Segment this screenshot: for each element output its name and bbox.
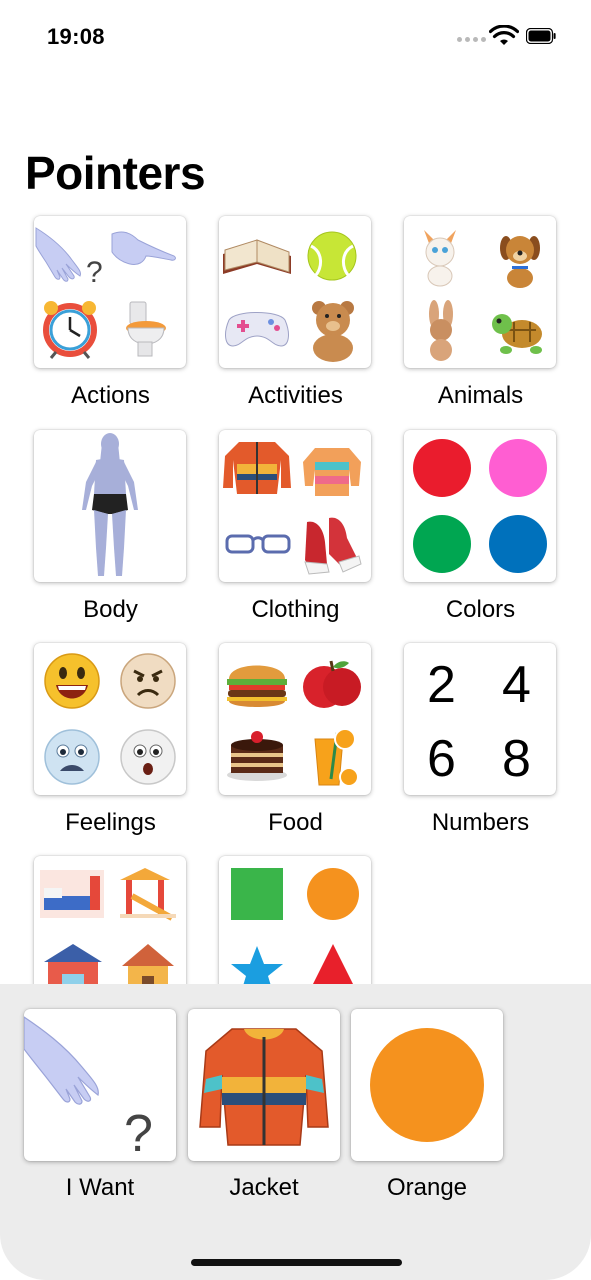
orange-circle-icon	[370, 1028, 484, 1142]
jacket-icon	[199, 1028, 329, 1146]
category-label: Animals	[437, 382, 524, 409]
game-controller-icon	[225, 312, 289, 347]
category-label: Feelings	[65, 809, 156, 836]
jacket-icon	[223, 442, 291, 494]
want-hand-icon: ?	[24, 1016, 153, 1161]
turtle-icon	[492, 314, 542, 354]
number-digit: 8	[502, 730, 531, 788]
battery-icon	[526, 28, 556, 44]
sentence-card-label: Orange	[386, 1174, 468, 1201]
orange-circle-icon	[307, 868, 359, 920]
red-circle-icon	[413, 439, 471, 497]
food-picture	[227, 660, 361, 787]
sentence-card-orange[interactable]	[351, 1009, 503, 1161]
svg-text:?: ?	[124, 1105, 153, 1161]
sweater-icon	[303, 448, 361, 496]
angry-face-icon	[120, 653, 176, 709]
number-digit: 2	[427, 656, 456, 714]
page-title: Pointers	[25, 147, 206, 199]
body-figure-icon	[82, 433, 138, 576]
category-tile-actions[interactable]: ?	[34, 216, 186, 368]
burger-icon	[227, 665, 287, 707]
point-hand-icon	[111, 231, 176, 265]
bedroom-icon	[40, 870, 104, 918]
sentence-card-i-want[interactable]: ?	[24, 1009, 176, 1161]
activities-picture	[223, 231, 357, 362]
category-tile-clothing[interactable]	[219, 430, 371, 582]
clothing-picture	[223, 442, 362, 575]
category-tile-feelings[interactable]	[34, 643, 186, 795]
category-tile-animals[interactable]	[404, 216, 556, 368]
tennis-ball-icon	[307, 231, 357, 281]
number-digit: 4	[502, 656, 531, 714]
sentence-card-jacket[interactable]	[188, 1009, 340, 1161]
apple-icon	[303, 660, 361, 708]
actions-picture: ?	[35, 227, 176, 359]
category-tile-activities[interactable]	[219, 216, 371, 368]
category-tile-colors[interactable]	[404, 430, 556, 582]
dog-icon	[500, 236, 540, 288]
want-hand-icon	[35, 227, 81, 282]
category-tile-food[interactable]	[219, 643, 371, 795]
status-bar: 19:08	[0, 0, 591, 76]
category-label: Body	[83, 596, 138, 623]
wifi-icon	[489, 25, 519, 45]
green-square-icon	[231, 868, 283, 920]
rabbit-icon	[429, 300, 453, 361]
glasses-icon	[225, 534, 291, 554]
laughing-face-icon	[44, 653, 100, 709]
sneakers-icon	[304, 517, 362, 575]
cellular-signal-icon	[457, 37, 486, 42]
playground-icon	[120, 868, 176, 921]
category-label: Colors	[445, 596, 516, 623]
category-label: Actions	[71, 382, 150, 409]
category-label: Clothing	[251, 596, 340, 623]
category-tile-body[interactable]	[34, 430, 186, 582]
cat-icon	[424, 230, 456, 287]
book-icon	[223, 239, 291, 274]
pink-circle-icon	[489, 439, 547, 497]
category-label: Activities	[248, 382, 343, 409]
svg-text:?: ?	[86, 256, 103, 289]
category-tile-numbers[interactable]: 2 4 6 8	[404, 643, 556, 795]
cake-icon	[227, 731, 287, 781]
blue-circle-icon	[489, 515, 547, 573]
number-digit: 6	[427, 730, 456, 788]
orange-juice-icon	[314, 728, 359, 787]
home-indicator[interactable]	[191, 1259, 402, 1266]
category-label: Food	[268, 809, 323, 836]
animals-picture	[424, 230, 542, 361]
scared-face-icon	[44, 729, 100, 785]
surprised-face-icon	[120, 729, 176, 785]
status-time: 19:08	[47, 24, 105, 49]
sentence-card-label: Jacket	[229, 1174, 299, 1201]
alarm-clock-icon	[43, 301, 97, 359]
sentence-card-label: I Want	[65, 1174, 135, 1201]
colors-picture	[413, 439, 547, 573]
teddy-bear-icon	[312, 301, 354, 362]
feelings-picture	[44, 653, 176, 785]
green-circle-icon	[413, 515, 471, 573]
toilet-icon	[126, 301, 166, 357]
category-label: Numbers	[431, 809, 530, 836]
